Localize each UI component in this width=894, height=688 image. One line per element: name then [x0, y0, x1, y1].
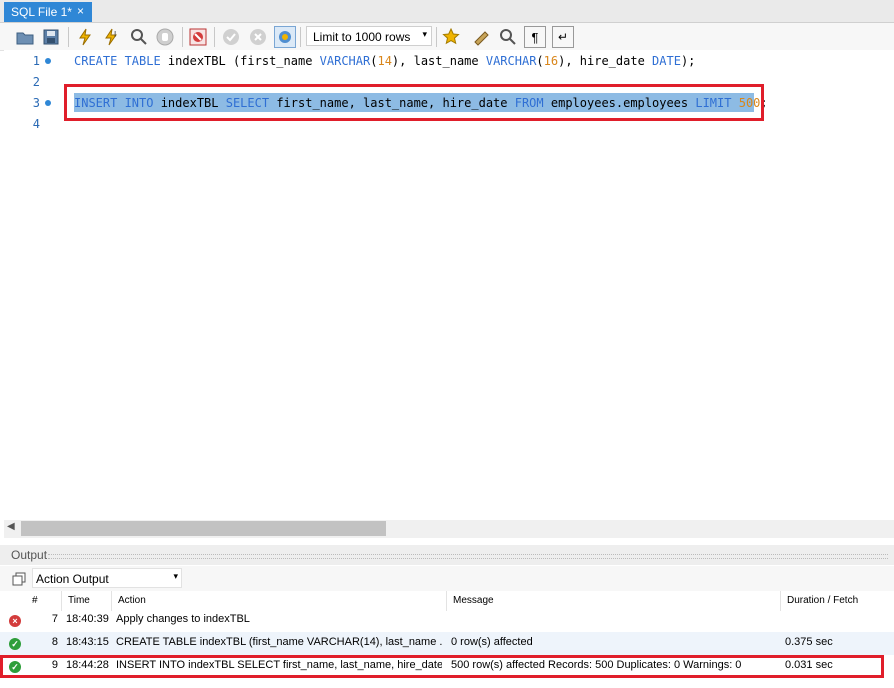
beautify-brush-icon[interactable]	[471, 26, 493, 48]
rollback-icon[interactable]	[247, 26, 269, 48]
chevron-down-icon: ▾	[173, 571, 178, 581]
find-magnifier-icon[interactable]	[497, 26, 519, 48]
invisible-chars-pilcrow-icon[interactable]: ¶	[524, 26, 546, 48]
column-header-time[interactable]: Time	[62, 591, 112, 611]
open-folder-icon[interactable]	[14, 26, 36, 48]
output-type-dropdown[interactable]: Action Output ▾	[32, 568, 182, 588]
row-message: 0 row(s) affected	[451, 636, 533, 648]
output-toolbar: Action Output ▾	[0, 566, 894, 591]
autocommit-toggle-icon[interactable]	[274, 26, 296, 48]
column-header-duration[interactable]: Duration / Fetch	[781, 591, 894, 611]
line-number: 3	[32, 96, 40, 110]
column-header-number[interactable]: #	[26, 591, 62, 611]
tab-close-icon[interactable]: ×	[77, 4, 84, 18]
line-number: 4	[32, 117, 40, 131]
output-panel-header: Output	[0, 545, 894, 565]
row-action: Apply changes to indexTBL	[116, 613, 250, 625]
scroll-left-arrow-icon[interactable]: ◀	[7, 521, 15, 532]
commit-check-icon[interactable]	[220, 26, 242, 48]
error-status-icon: ×	[9, 615, 21, 627]
line-number: 1	[32, 54, 40, 68]
statement-marker-icon	[45, 100, 51, 106]
column-header-message[interactable]: Message	[447, 591, 781, 611]
row-duration: 0.375 sec	[785, 636, 833, 648]
tab-sql-file-1[interactable]: SQL File 1* ×	[4, 2, 92, 22]
row-time: 18:43:15	[66, 636, 109, 648]
statement-marker-icon	[45, 58, 51, 64]
row-number: 8	[51, 636, 58, 648]
annotation-box-insert-statement	[64, 84, 764, 121]
save-icon[interactable]	[40, 26, 62, 48]
column-header-action[interactable]: Action	[112, 591, 447, 611]
tab-strip	[0, 0, 894, 23]
chevron-down-icon: ▾	[422, 29, 427, 39]
code-line-1[interactable]: CREATE TABLE indexTBL (first_name VARCHA…	[74, 54, 695, 68]
table-row[interactable]: × 7 18:40:39 Apply changes to indexTBL	[0, 609, 894, 632]
limit-rows-value: Limit to 1000 rows	[313, 30, 411, 44]
bookmark-star-icon[interactable]	[440, 26, 462, 48]
limit-rows-dropdown[interactable]: Limit to 1000 rows ▾	[306, 26, 432, 46]
scrollbar-thumb[interactable]	[21, 521, 386, 536]
word-wrap-icon[interactable]: ↵	[552, 26, 574, 48]
tab-label: SQL File 1*	[11, 5, 72, 19]
row-time: 18:40:39	[66, 613, 109, 625]
svg-text:I: I	[114, 30, 116, 39]
panel-grip[interactable]	[48, 554, 888, 559]
annotation-box-result-row	[0, 655, 884, 678]
execute-current-icon[interactable]: I	[101, 26, 123, 48]
copy-output-icon[interactable]	[8, 568, 30, 590]
execute-lightning-icon[interactable]	[74, 26, 96, 48]
editor-toolbar: I Limit to 1000 rows ▾ ¶ ↵	[0, 23, 894, 51]
stop-on-error-icon[interactable]	[187, 26, 209, 48]
table-row[interactable]: ✓ 8 18:43:15 CREATE TABLE indexTBL (firs…	[0, 632, 894, 655]
line-number: 2	[32, 75, 40, 89]
output-title: Output	[11, 548, 48, 562]
row-number: 7	[51, 613, 58, 625]
success-check-icon: ✓	[9, 638, 21, 650]
explain-magnifier-icon[interactable]	[128, 26, 150, 48]
output-type-value: Action Output	[36, 572, 109, 586]
stop-hand-icon[interactable]	[154, 26, 176, 48]
row-action: CREATE TABLE indexTBL (first_name VARCHA…	[116, 636, 442, 648]
